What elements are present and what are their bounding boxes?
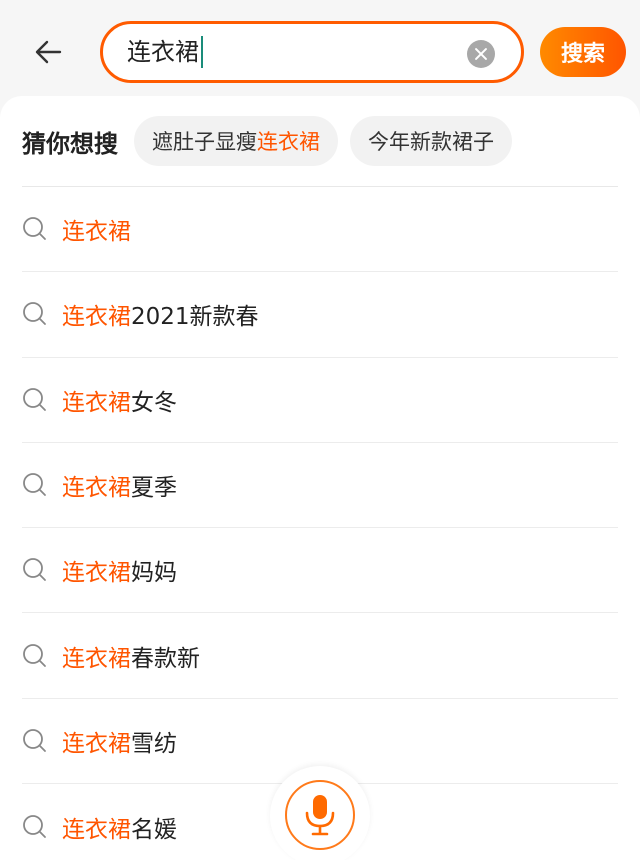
search-icon <box>23 473 46 496</box>
suggestion-text: 连衣裙妈妈 <box>62 553 177 587</box>
guess-chip[interactable]: 遮肚子显瘦 连衣裙 <box>134 116 338 166</box>
suggestion-suffix: 春款新 <box>131 645 200 672</box>
back-arrow-icon[interactable] <box>30 32 70 72</box>
search-icon <box>23 302 46 326</box>
microphone-icon[interactable] <box>285 780 355 850</box>
suggestion-text: 连衣裙春款新 <box>62 639 200 673</box>
suggestion-text: 连衣裙2021新款春 <box>62 297 259 331</box>
suggestion-highlight: 连衣裙 <box>62 645 131 672</box>
suggestion-item[interactable]: 连衣裙夏季 <box>22 443 618 529</box>
suggestion-highlight: 连衣裙 <box>62 560 131 587</box>
suggestion-panel: 猜你想搜 遮肚子显瘦 连衣裙 今年新款裙子 连衣裙 连衣裙2021新款春 连衣裙女… <box>0 96 640 860</box>
search-query: 连衣裙 <box>127 34 203 70</box>
search-query-text: 连衣裙 <box>127 38 199 66</box>
top-bar: 连衣裙 搜索 <box>0 0 640 100</box>
guess-chip[interactable]: 今年新款裙子 <box>350 116 512 166</box>
suggestion-list: 连衣裙 连衣裙2021新款春 连衣裙女冬 连衣裙夏季 连衣裙妈妈 连衣裙春款新 … <box>0 187 640 860</box>
guess-row: 猜你想搜 遮肚子显瘦 连衣裙 今年新款裙子 <box>22 116 524 166</box>
text-caret <box>201 36 203 68</box>
suggestion-highlight: 连衣裙 <box>62 816 131 843</box>
chip-highlight: 连衣裙 <box>257 130 320 154</box>
search-icon <box>23 217 46 241</box>
chip-text: 遮肚子显瘦 <box>152 130 257 154</box>
suggestion-item[interactable]: 连衣裙女冬 <box>22 358 618 443</box>
search-icon <box>23 814 46 838</box>
suggestion-item[interactable]: 连衣裙2021新款春 <box>22 272 618 358</box>
search-button[interactable]: 搜索 <box>540 27 626 77</box>
suggestion-suffix: 女冬 <box>131 389 177 416</box>
chip-text: 今年新款裙子 <box>368 130 494 154</box>
search-icon <box>23 558 46 582</box>
suggestion-text: 连衣裙雪纺 <box>62 724 177 758</box>
suggestion-highlight: 连衣裙 <box>62 730 131 757</box>
suggestion-highlight: 连衣裙 <box>62 219 131 246</box>
suggestion-highlight: 连衣裙 <box>62 304 131 331</box>
suggestion-suffix: 妈妈 <box>131 560 177 587</box>
suggestion-text: 连衣裙名媛 <box>62 810 177 844</box>
suggestion-suffix: 雪纺 <box>131 730 177 757</box>
suggestion-text: 连衣裙夏季 <box>62 468 177 502</box>
suggestion-text: 连衣裙女冬 <box>62 383 177 417</box>
search-icon <box>23 387 46 411</box>
suggestion-item[interactable]: 连衣裙妈妈 <box>22 528 618 614</box>
suggestion-text: 连衣裙 <box>62 212 131 246</box>
suggestion-highlight: 连衣裙 <box>62 475 131 502</box>
suggestion-suffix: 2021新款春 <box>131 304 259 331</box>
clear-icon[interactable] <box>467 40 495 68</box>
suggestion-suffix: 名媛 <box>131 816 177 843</box>
search-icon <box>23 643 46 667</box>
suggestion-item[interactable]: 连衣裙 <box>22 187 618 273</box>
guess-label: 猜你想搜 <box>22 129 118 158</box>
suggestion-highlight: 连衣裙 <box>62 389 131 416</box>
search-input[interactable]: 连衣裙 <box>100 21 524 83</box>
suggestion-item[interactable]: 连衣裙春款新 <box>22 613 618 699</box>
search-icon <box>23 729 46 752</box>
suggestion-suffix: 夏季 <box>131 475 177 502</box>
